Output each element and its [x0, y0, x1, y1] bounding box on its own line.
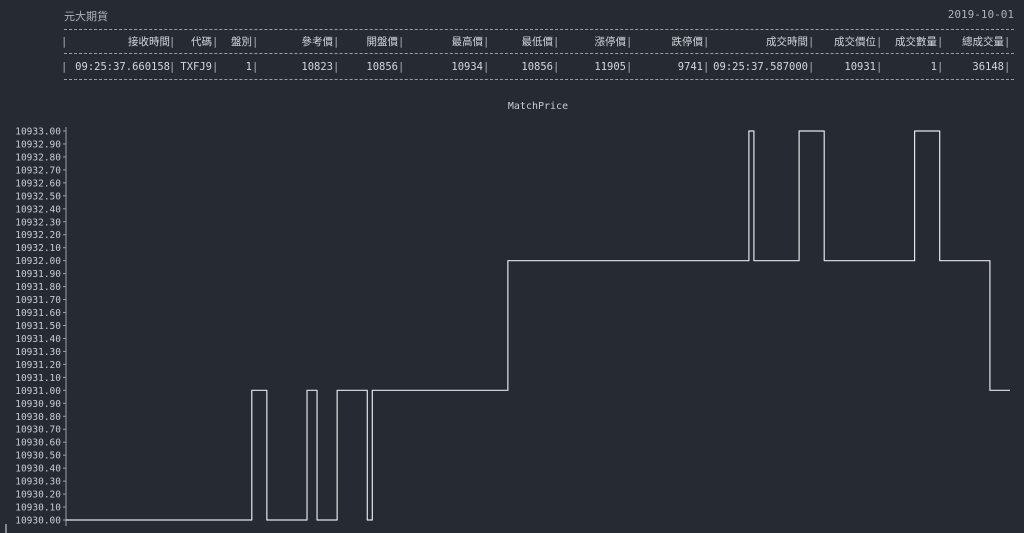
data-separator: | [703, 61, 710, 73]
y-tick-label: 10931.90 [15, 269, 61, 280]
y-tick-label: 10931.60 [15, 308, 61, 319]
table-bottom-rule [64, 79, 1014, 80]
y-tick-label: 10931.50 [15, 321, 61, 332]
table-row: | | | | | | | | | | | | | | 09:25:37.660158 TXFJ9 1 10823… [61, 60, 1014, 74]
y-tick-label: 10930.10 [15, 503, 61, 514]
broker-title: 元大期貨 [64, 10, 108, 23]
header-separator: | [212, 36, 219, 48]
trade-date: 2019-10-01 [947, 8, 1014, 21]
y-tick-label: 10931.10 [15, 373, 61, 384]
y-tick-label: 10932.30 [15, 217, 61, 228]
data-cell-7: 11905 [594, 61, 626, 73]
header-cell-3: 參考價 [301, 36, 334, 48]
y-tick-label: 10932.90 [15, 139, 61, 150]
y-tick-label: 10933.00 [15, 127, 61, 138]
data-cell-6: 10856 [521, 61, 553, 73]
table-top-rule [64, 29, 1014, 30]
y-axis: 10933.0010932.90 10932.80 10932.70 10932.60… [15, 127, 67, 527]
data-separator: | [252, 61, 259, 73]
series-line-0 [66, 130, 1010, 521]
y-tick-label: 10932.20 [15, 230, 61, 241]
data-separator: | [937, 61, 944, 73]
data-cell-4: 10856 [366, 61, 398, 73]
header-separator: | [937, 36, 944, 48]
header-cell-11: 成交數量 [895, 36, 937, 48]
y-tick-label: 10930.50 [15, 451, 61, 462]
y-tick-label: 10931.20 [15, 360, 61, 371]
app-window: 元大期貨 2019-10-01 | | | | | | | | | | | | | | 接收時間 代碼 盤別 參考… [0, 0, 1024, 533]
plot-area [66, 130, 1010, 521]
data-cell-5: 10934 [451, 61, 483, 73]
data-cell-8: 9741 [677, 61, 703, 73]
data-separator: | [212, 61, 219, 73]
y-tick-label: 10930.70 [15, 425, 61, 436]
header-cell-8: 跌停價 [671, 36, 704, 48]
match-price-chart: MatchPrice 10933.0010932.90 10932.80 10932… [5, 101, 1010, 533]
table-mid-rule [64, 53, 1014, 54]
y-tick-label: 10932.60 [15, 178, 61, 189]
data-cell-3: 10823 [301, 61, 333, 73]
y-tick-label: 10932.70 [15, 165, 61, 176]
data-cell-2: 1 [245, 61, 252, 73]
header-separator: | [808, 36, 815, 48]
y-tick-label: 10932.50 [15, 191, 61, 202]
y-tick-label: 10932.80 [15, 152, 61, 163]
y-tick-label: 10931.80 [15, 282, 61, 293]
header-cell-12: 總成交量 [962, 36, 1004, 48]
data-separator: | [553, 61, 560, 73]
header-cell-10: 成交價位 [834, 36, 876, 48]
header-cell-4: 開盤價 [366, 36, 399, 48]
data-cell-9: 09:25:37.587000 [713, 61, 808, 73]
data-cell-1: TXFJ9 [180, 61, 212, 73]
y-tick-label: 10930.80 [15, 412, 61, 423]
header-separator: | [333, 36, 340, 48]
header-separator: | [626, 36, 633, 48]
data-separator: | [876, 61, 883, 73]
header-cell-2: 盤別 [231, 36, 252, 48]
y-tick-label: 10930.20 [15, 490, 61, 501]
header-cell-7: 漲停價 [594, 36, 627, 48]
data-separator: | [483, 61, 490, 73]
y-tick-label: 10930.90 [15, 399, 61, 410]
header-separator: | [252, 36, 259, 48]
data-cell-10: 10931 [844, 61, 876, 73]
header-cell-9: 成交時間 [766, 36, 808, 48]
y-tick-label: 10931.70 [15, 295, 61, 306]
data-separator: | [1004, 61, 1011, 73]
data-cell-12: 36148 [972, 61, 1004, 73]
data-cell-11: 1 [930, 61, 937, 73]
data-separator: | [398, 61, 405, 73]
data-separator: | [626, 61, 633, 73]
data-separator: | [808, 61, 815, 73]
header-separator: | [876, 36, 883, 48]
header-separator: | [1004, 36, 1011, 48]
table-header-row: | | | | | | | | | | | | | | 接收時間 代碼 盤別 參考價 開盤價 最高價 最低價 漲停價 跌停價… [61, 35, 1014, 49]
header-cell-1: 代碼 [191, 36, 212, 48]
header-cell-0: 接收時間 [128, 36, 170, 48]
y-tick-label: 10932.10 [15, 243, 61, 254]
header-separator: | [483, 36, 490, 48]
y-tick-label: 10932.40 [15, 204, 61, 215]
header-separator: | [398, 36, 405, 48]
header-cell-5: 最高價 [451, 36, 484, 48]
header-separator: | [61, 36, 68, 48]
header-separator: | [703, 36, 710, 48]
y-tick-label: 10930.60 [15, 438, 61, 449]
data-separator: | [333, 61, 340, 73]
header-cell-6: 最低價 [521, 36, 554, 48]
header-separator: | [553, 36, 560, 48]
y-tick-label: 10930.00 [15, 516, 61, 527]
chart-title: MatchPrice [508, 101, 568, 112]
data-separator: | [61, 61, 68, 73]
y-tick-label: 10930.30 [15, 477, 61, 488]
y-tick-label: 10930.40 [15, 464, 61, 475]
y-tick-label: 10931.40 [15, 334, 61, 345]
y-tick-label: 10931.30 [15, 347, 61, 358]
y-tick-label: 10932.00 [15, 256, 61, 267]
y-tick-label: 10931.00 [15, 386, 61, 397]
data-cell-0: 09:25:37.660158 [75, 61, 170, 73]
